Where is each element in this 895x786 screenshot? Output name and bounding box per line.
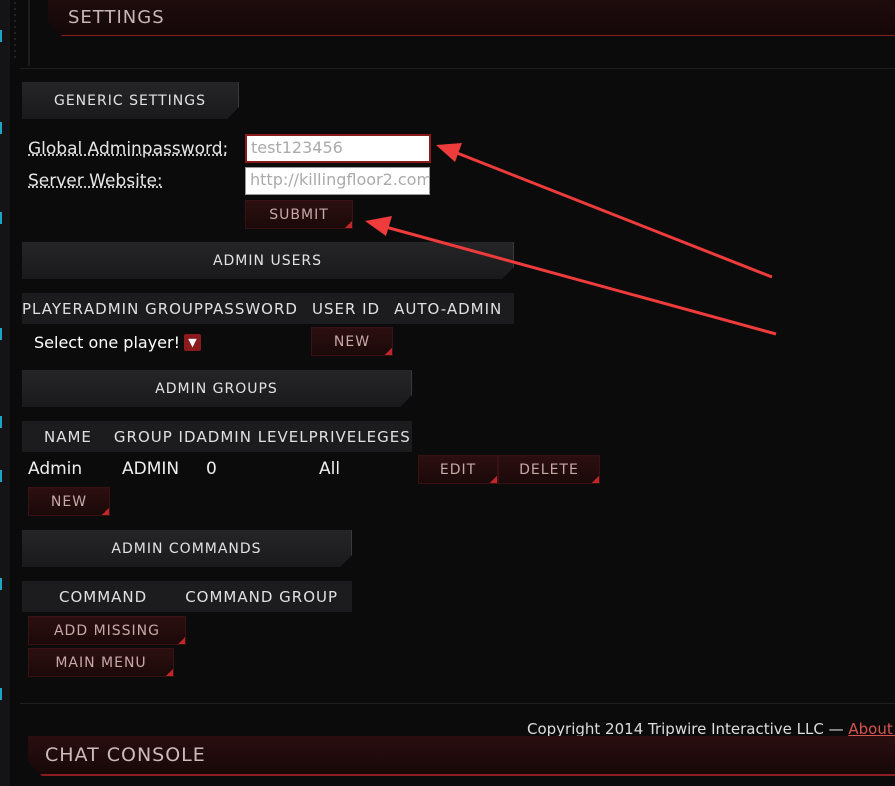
column-header: NAME <box>44 427 92 446</box>
rail-dots <box>12 0 18 60</box>
admin-password-label: Global Adminpassword: <box>28 139 229 159</box>
header-separator <box>20 68 895 69</box>
admin-level-cell: 0 <box>206 459 217 479</box>
admin-users-table-header: PLAYER ADMIN GROUP PASSWORD USER ID AUTO… <box>22 293 514 324</box>
column-header: GROUP ID <box>113 427 197 446</box>
chat-console-title: CHAT CONSOLE <box>45 744 206 766</box>
rail-marker <box>0 212 8 224</box>
chevron-down-icon[interactable]: ▼ <box>184 333 202 351</box>
column-header: ADMIN GROUP <box>83 299 204 318</box>
column-header: PRIVELEGES <box>308 427 411 446</box>
column-header: PLAYER <box>22 299 84 318</box>
rail-marker <box>0 122 8 134</box>
main-menu-button[interactable]: MAIN MENU <box>28 648 174 677</box>
new-admin-user-button[interactable]: NEW <box>311 327 393 356</box>
copyright-text: Copyright 2014 Tripwire Interactive LLC … <box>527 720 849 738</box>
footer-separator <box>20 703 895 704</box>
admin-groups-title: ADMIN GROUPS <box>22 370 412 407</box>
delete-group-button[interactable]: DELETE <box>498 455 600 484</box>
server-website-label: Server Website: <box>28 171 163 191</box>
generic-settings-title: GENERIC SETTINGS <box>22 82 239 119</box>
admin-password-input[interactable]: test123456 <box>245 134 431 163</box>
admin-users-title: ADMIN USERS <box>22 242 514 279</box>
rail-marker <box>0 416 8 428</box>
column-header: USER ID <box>311 299 381 318</box>
admin-commands-table-header: COMMAND COMMAND GROUP <box>22 581 352 612</box>
rail-marker <box>0 30 8 42</box>
page-title: SETTINGS <box>68 7 165 28</box>
privileges-cell: All <box>319 459 341 479</box>
admin-commands-title: ADMIN COMMANDS <box>22 530 352 567</box>
column-header: ADMIN LEVEL <box>196 427 309 446</box>
left-rail <box>0 0 10 786</box>
header-divider <box>28 0 30 66</box>
chat-console-header[interactable]: CHAT CONSOLE <box>28 736 895 776</box>
settings-header: SETTINGS <box>48 0 895 36</box>
about-link[interactable]: About this <box>848 720 895 738</box>
admin-groups-table-header: NAME GROUP ID ADMIN LEVEL PRIVELEGES <box>22 421 412 452</box>
column-header: AUTO-ADMIN <box>394 299 503 318</box>
column-header: COMMAND <box>59 587 148 606</box>
player-select-value: Select one player! <box>34 332 181 352</box>
group-id-cell: ADMIN <box>122 459 180 479</box>
group-name-cell: Admin <box>28 459 83 479</box>
rail-marker <box>0 578 8 590</box>
server-website-input[interactable]: http://killingfloor2.com <box>245 167 430 195</box>
rail-marker <box>0 470 8 482</box>
new-admin-group-button[interactable]: NEW <box>28 487 110 516</box>
copyright-footer: Copyright 2014 Tripwire Interactive LLC … <box>527 720 895 738</box>
edit-group-button[interactable]: EDIT <box>418 455 498 484</box>
rail-marker <box>0 688 8 700</box>
add-missing-button[interactable]: ADD MISSING <box>28 616 186 645</box>
submit-button[interactable]: SUBMIT <box>245 200 353 229</box>
player-select[interactable]: Select one player! ▼ <box>28 329 202 355</box>
column-header: PASSWORD <box>203 299 298 318</box>
rail-marker <box>0 328 8 340</box>
column-header: COMMAND GROUP <box>185 587 339 606</box>
